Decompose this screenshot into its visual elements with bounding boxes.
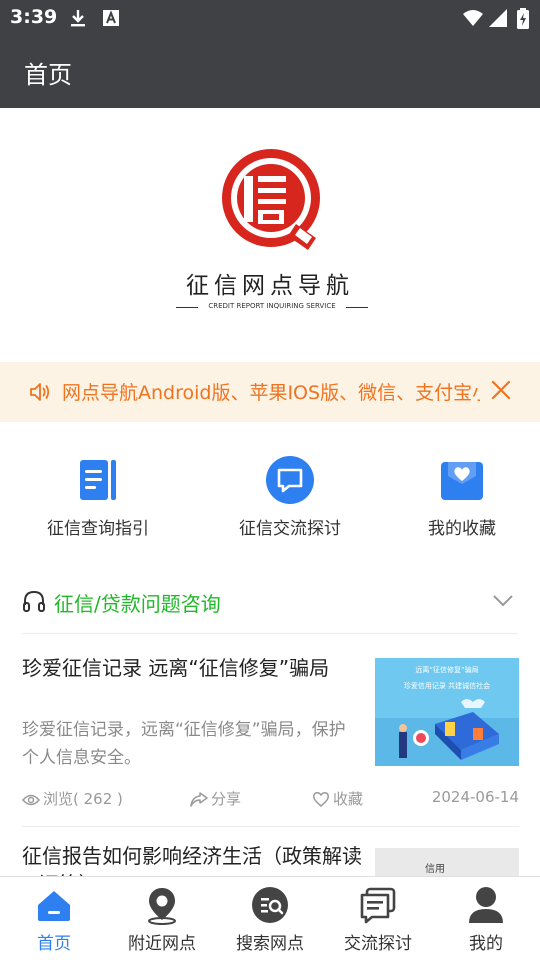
favorite-box-icon bbox=[441, 462, 483, 500]
download-icon bbox=[71, 10, 85, 27]
location-pin-icon bbox=[148, 888, 176, 925]
logo-subtitle-text: CREDIT REPORT INQUIRING SERVICE bbox=[208, 302, 336, 310]
app-screen: 3:39 首页 征信网点导航 CREDIT REPORT INQUIRING S… bbox=[0, 0, 540, 960]
nav-label: 搜索网点 bbox=[236, 934, 304, 954]
home-icon bbox=[38, 891, 70, 921]
heart-icon bbox=[313, 792, 329, 807]
favorite-label: 收藏 bbox=[333, 790, 364, 808]
chevron-down-icon[interactable] bbox=[492, 594, 514, 608]
notice-marquee: 网点导航Android版、苹果IOS版、微信、支付宝小程序全面上线 bbox=[62, 362, 480, 422]
headset-icon bbox=[23, 590, 45, 612]
notice-bar[interactable]: 网点导航Android版、苹果IOS版、微信、支付宝小程序全面上线 bbox=[0, 362, 540, 422]
thumb-line2: 珍爱信用记录 共建诚信社会 bbox=[404, 681, 490, 690]
section-header-consult[interactable]: 征信/贷款问题咨询 bbox=[22, 572, 518, 634]
quick-label: 征信交流探讨 bbox=[239, 519, 341, 539]
quick-my-favorites[interactable]: 我的收藏 bbox=[372, 454, 540, 539]
views-label: 浏览 bbox=[43, 790, 74, 808]
article-title: 珍爱征信记录 远离“征信修复”骗局 bbox=[22, 656, 330, 680]
font-a-icon bbox=[103, 10, 119, 26]
section-title: 征信/贷款问题咨询 bbox=[54, 592, 221, 616]
eye-icon bbox=[21, 794, 41, 806]
views-stat: 浏览( 262 ) bbox=[21, 788, 123, 809]
user-icon bbox=[469, 887, 503, 923]
nav-label: 我的 bbox=[469, 934, 503, 954]
nav-home[interactable]: 首页 bbox=[0, 877, 108, 960]
article-meta: 浏览( 262 ) 分享 收藏 2024-06-14 bbox=[21, 788, 519, 812]
article-image: 远离“征信修复”骗局 珍爱信用记录 共建诚信社会 bbox=[375, 658, 519, 766]
logo-subtitle: CREDIT REPORT INQUIRING SERVICE bbox=[176, 300, 368, 314]
app-bar: 首页 bbox=[0, 36, 540, 108]
logo-banner: 征信网点导航 CREDIT REPORT INQUIRING SERVICE bbox=[0, 108, 540, 362]
nav-label: 交流探讨 bbox=[344, 934, 412, 954]
quick-label: 我的收藏 bbox=[428, 519, 496, 539]
notice-text: 网点导航Android版、苹果IOS版、微信、支付宝小程序全面上线 bbox=[62, 382, 480, 404]
wifi-icon bbox=[463, 10, 483, 26]
chat-bubble-icon bbox=[266, 456, 314, 504]
nav-search[interactable]: 搜索网点 bbox=[216, 877, 324, 960]
quick-menu: 征信查询指引 征信交流探讨 我的收藏 bbox=[0, 422, 540, 552]
nav-nearby[interactable]: 附近网点 bbox=[108, 877, 216, 960]
thumb-text: 信用 bbox=[425, 863, 445, 875]
status-bar: 3:39 bbox=[0, 0, 540, 36]
nav-mine[interactable]: 我的 bbox=[432, 877, 540, 960]
article-thumbnail: 远离“征信修复”骗局 珍爱信用记录 共建诚信社会 bbox=[375, 658, 519, 766]
article-divider bbox=[22, 826, 519, 827]
nav-label: 附近网点 bbox=[128, 934, 196, 954]
quick-credit-discussion[interactable]: 征信交流探讨 bbox=[200, 454, 380, 539]
chat-icon bbox=[360, 887, 396, 924]
battery-icon bbox=[517, 8, 529, 29]
share-button[interactable]: 分享 bbox=[190, 788, 241, 809]
page-title: 首页 bbox=[24, 61, 72, 89]
thumb-line1: 远离“征信修复”骗局 bbox=[415, 665, 478, 674]
quick-credit-guide[interactable]: 征信查询指引 bbox=[8, 454, 188, 539]
article-description: 珍爱征信记录，远离“征信修复”骗局，保护个人信息安全。 bbox=[22, 720, 346, 768]
status-time: 3:39 bbox=[10, 6, 58, 28]
article-item[interactable]: 珍爱征信记录 远离“征信修复”骗局 珍爱征信记录，远离“征信修复”骗局，保护个人… bbox=[21, 654, 519, 824]
signal-icon bbox=[489, 9, 507, 27]
credit-logo-icon bbox=[222, 149, 320, 250]
close-icon[interactable] bbox=[490, 379, 512, 401]
quick-label: 征信查询指引 bbox=[47, 519, 149, 539]
nav-discuss[interactable]: 交流探讨 bbox=[324, 877, 432, 960]
speaker-icon bbox=[30, 383, 50, 401]
share-icon bbox=[190, 792, 208, 807]
favorite-button[interactable]: 收藏 bbox=[312, 788, 363, 809]
search-icon bbox=[252, 887, 288, 923]
article-date: 2024-06-14 bbox=[431, 788, 519, 806]
nav-label: 首页 bbox=[37, 934, 71, 954]
views-count: ( 262 ) bbox=[73, 790, 123, 808]
bottom-nav: 首页 附近网点 搜索网点 交流探讨 我的 bbox=[0, 876, 540, 960]
share-label: 分享 bbox=[211, 790, 242, 808]
document-icon bbox=[80, 460, 116, 500]
logo-name: 征信网点导航 bbox=[186, 273, 354, 299]
